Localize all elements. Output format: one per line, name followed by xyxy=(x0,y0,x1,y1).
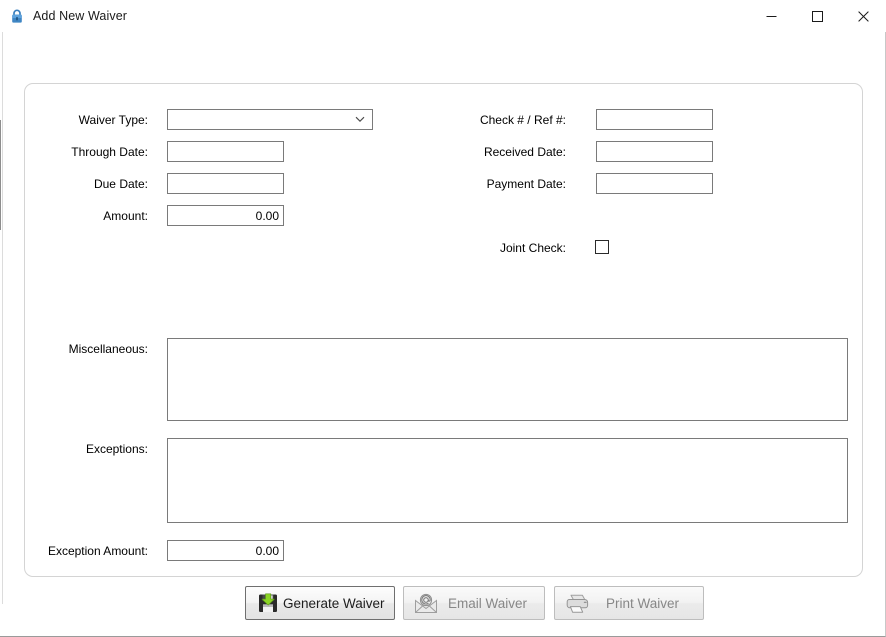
through-date-input[interactable] xyxy=(167,141,284,162)
joint-check-label: Joint Check: xyxy=(499,241,566,255)
action-button-bar: Generate Waiver Email Waiver Print Waive… xyxy=(0,586,886,622)
email-waiver-label: Email Waiver xyxy=(447,595,527,611)
payment-date-input[interactable] xyxy=(596,173,713,194)
generate-waiver-label: Generate Waiver xyxy=(283,595,385,611)
email-waiver-button[interactable]: Email Waiver xyxy=(403,586,545,620)
generate-waiver-button[interactable]: Generate Waiver xyxy=(245,586,395,620)
chevron-down-icon xyxy=(355,116,365,122)
through-date-label: Through Date: xyxy=(71,145,148,159)
background-window-edge xyxy=(2,32,3,604)
received-date-input[interactable] xyxy=(596,141,713,162)
amount-input[interactable] xyxy=(167,205,284,226)
check-ref-label: Check # / Ref #: xyxy=(479,113,566,127)
due-date-label: Due Date: xyxy=(93,177,148,191)
amount-label: Amount: xyxy=(103,209,148,223)
window-title: Add New Waiver xyxy=(33,9,128,23)
window-controls xyxy=(748,0,886,32)
save-floppy-icon xyxy=(253,590,283,616)
exceptions-textarea[interactable] xyxy=(167,438,848,523)
add-new-waiver-window: Add New Waiver Waiver Type: Through Date… xyxy=(0,0,886,637)
check-ref-input[interactable] xyxy=(596,109,713,130)
exception-amount-label: Exception Amount: xyxy=(47,544,148,558)
waiver-type-select[interactable] xyxy=(167,109,373,130)
joint-check-checkbox[interactable] xyxy=(595,240,609,254)
printer-icon xyxy=(562,590,592,616)
email-envelope-icon xyxy=(411,590,441,616)
miscellaneous-label: Miscellaneous: xyxy=(68,342,148,356)
waiver-type-label: Waiver Type: xyxy=(78,113,148,127)
print-waiver-button[interactable]: Print Waiver xyxy=(554,586,704,620)
lock-icon xyxy=(9,8,25,24)
received-date-label: Received Date: xyxy=(483,145,566,159)
title-bar: Add New Waiver xyxy=(0,0,886,32)
exception-amount-input[interactable] xyxy=(167,540,284,561)
miscellaneous-textarea[interactable] xyxy=(167,338,848,421)
maximize-icon[interactable] xyxy=(794,0,840,32)
minimize-icon[interactable] xyxy=(748,0,794,32)
print-waiver-label: Print Waiver xyxy=(605,595,679,611)
payment-date-label: Payment Date: xyxy=(486,177,566,191)
exceptions-label: Exceptions: xyxy=(85,442,148,456)
background-window-edge-dark xyxy=(0,120,1,230)
due-date-input[interactable] xyxy=(167,173,284,194)
close-icon[interactable] xyxy=(840,0,886,32)
